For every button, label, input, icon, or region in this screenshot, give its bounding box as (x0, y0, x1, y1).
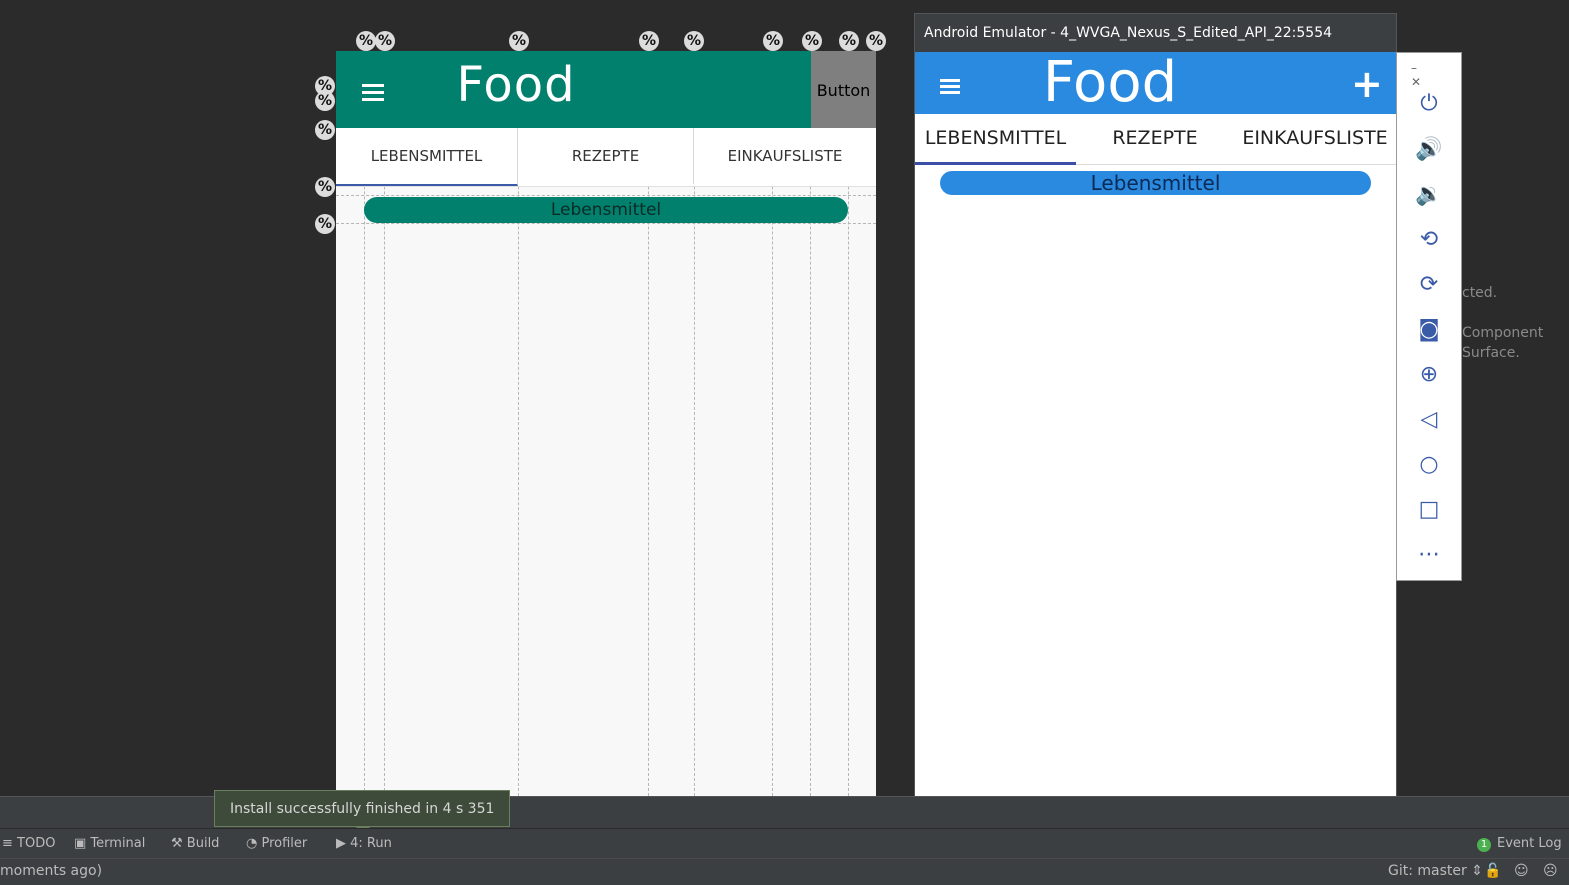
background-hint-text: cted. (1462, 285, 1498, 301)
build-tab[interactable]: ⚒ Build (171, 836, 219, 851)
app-toolbar: Food + (915, 52, 1396, 114)
constraint-marker[interactable]: % (315, 120, 335, 140)
run-icon: ▶ (336, 836, 346, 851)
volume-down-icon[interactable]: 🔉 (1397, 182, 1461, 207)
app-title: Food (1042, 50, 1178, 115)
tool-window-bar: ≡ TODO ▣ Terminal ⚒ Build ◔ Profiler ▶ 4… (0, 828, 1569, 859)
editor-tab-bar: LEBENSMITTEL REZEPTE EINKAUFSLISTE (336, 128, 876, 187)
camera-icon[interactable]: ◙ (1397, 317, 1461, 342)
todo-tab[interactable]: ≡ TODO (2, 836, 55, 851)
menu-icon[interactable] (362, 84, 384, 102)
editor-toolbar[interactable]: Food (336, 51, 811, 128)
constraint-marker[interactable]: % (802, 31, 822, 51)
tab-einkaufsliste[interactable]: EINKAUFSLISTE (694, 128, 876, 184)
happy-face-icon[interactable]: ☺ (1514, 863, 1529, 879)
run-tab[interactable]: ▶ 4: Run (336, 836, 392, 851)
constraint-marker[interactable]: % (684, 31, 704, 51)
home-icon[interactable]: ○ (1397, 452, 1461, 477)
guideline[interactable] (336, 195, 876, 196)
event-count-badge: 1 (1477, 838, 1491, 852)
constraint-marker[interactable]: % (315, 214, 335, 234)
gauge-icon: ◔ (246, 836, 258, 851)
tab-rezepte[interactable]: REZEPTE (1076, 114, 1234, 162)
constraint-marker[interactable]: % (509, 31, 529, 51)
layout-editor-preview[interactable]: Food Button LEBENSMITTEL REZEPTE EINKAUF… (336, 51, 876, 796)
rotate-right-icon[interactable]: ⟳ (1397, 272, 1461, 297)
emulator-title-bar[interactable]: Android Emulator - 4_WVGA_Nexus_S_Edited… (915, 14, 1396, 52)
background-hint-text: Surface. (1462, 345, 1520, 361)
zoom-icon[interactable]: ⊕ (1397, 362, 1461, 387)
tab-lebensmittel[interactable]: LEBENSMITTEL (915, 114, 1076, 165)
constraint-marker[interactable]: % (356, 31, 376, 51)
constraint-marker[interactable]: % (375, 31, 395, 51)
tab-einkaufsliste[interactable]: EINKAUFSLISTE (1234, 114, 1396, 162)
editor-button[interactable]: Button (811, 51, 876, 128)
guideline[interactable] (336, 223, 876, 224)
constraint-marker[interactable]: % (763, 31, 783, 51)
lock-icon[interactable]: 🔓 (1484, 863, 1501, 879)
overview-icon[interactable]: □ (1397, 497, 1461, 522)
constraint-marker[interactable]: % (639, 31, 659, 51)
background-hint-text: Component (1462, 325, 1544, 341)
constraint-marker[interactable]: % (866, 31, 886, 51)
lebensmittel-button[interactable]: Lebensmittel (940, 171, 1371, 195)
sad-face-icon[interactable]: ☹ (1543, 863, 1558, 879)
terminal-tab[interactable]: ▣ Terminal (74, 836, 145, 851)
install-toast: Install successfully finished in 4 s 351… (214, 790, 510, 854)
hammer-icon: ⚒ (171, 836, 183, 851)
constraint-marker[interactable]: % (315, 177, 335, 197)
more-icon[interactable]: ⋯ (1397, 542, 1461, 567)
lebensmittel-button[interactable]: Lebensmittel (364, 197, 848, 223)
close-icon[interactable]: ✕ (1411, 75, 1421, 89)
back-icon[interactable]: ◁ (1397, 407, 1461, 432)
emulator-window[interactable]: Android Emulator - 4_WVGA_Nexus_S_Edited… (914, 13, 1397, 853)
app-tab-bar: LEBENSMITTEL REZEPTE EINKAUFSLISTE (915, 114, 1396, 165)
profiler-tab[interactable]: ◔ Profiler (246, 836, 307, 851)
window-controls: –✕ (1411, 61, 1461, 89)
constraint-marker[interactable]: % (839, 31, 859, 51)
tab-lebensmittel[interactable]: LEBENSMITTEL (336, 128, 518, 186)
terminal-icon: ▣ (74, 836, 87, 851)
git-branch-widget[interactable]: Git: master ⇕ (1388, 863, 1483, 879)
add-icon[interactable]: + (1351, 64, 1383, 104)
event-log-tab[interactable]: 1 Event Log (1477, 836, 1562, 852)
emulator-controls: –✕ ⏻ 🔊 🔉 ⟲ ⟳ ◙ ⊕ ◁ ○ □ ⋯ (1396, 52, 1462, 581)
rotate-left-icon[interactable]: ⟲ (1397, 227, 1461, 252)
minimize-icon[interactable]: – (1411, 61, 1417, 75)
volume-up-icon[interactable]: 🔊 (1397, 137, 1461, 162)
constraint-marker[interactable]: % (315, 91, 335, 111)
editor-title: Food (456, 57, 576, 113)
menu-icon[interactable] (940, 79, 960, 94)
status-message: moments ago) (0, 863, 103, 879)
tab-rezepte[interactable]: REZEPTE (518, 128, 694, 184)
power-icon[interactable]: ⏻ (1397, 91, 1461, 116)
status-bar: moments ago) Git: master ⇕ 🔓 ☺ ☹ (0, 858, 1569, 885)
